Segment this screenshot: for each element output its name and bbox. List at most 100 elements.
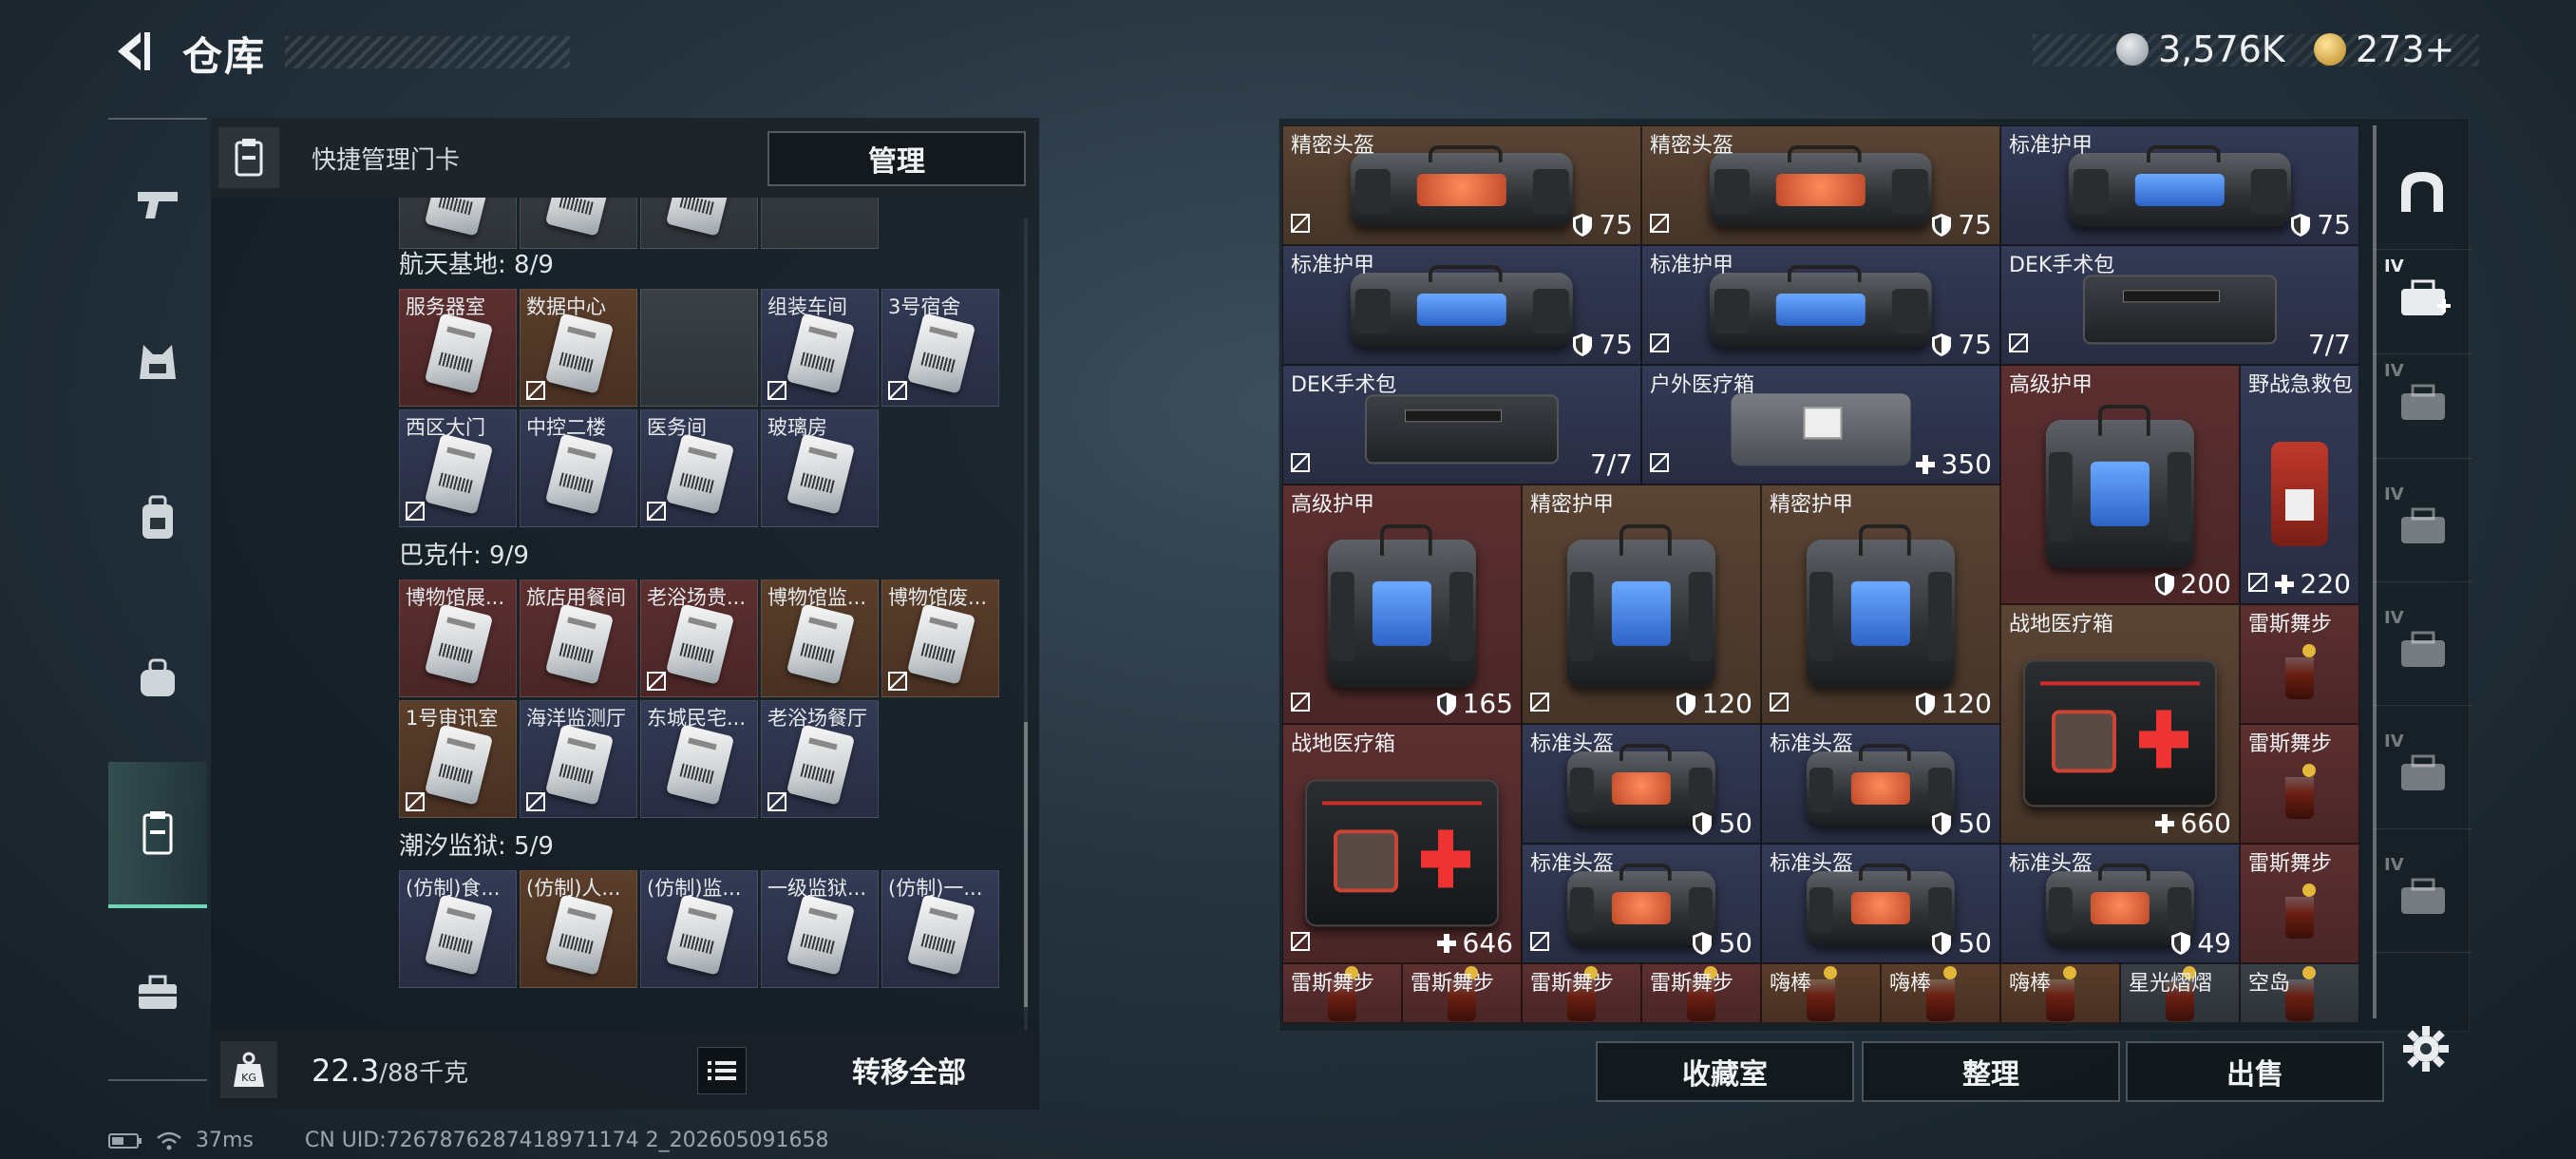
stash-item[interactable]: 雷斯舞步 — [1402, 963, 1522, 1023]
keycard-slot[interactable]: 服务器室 — [399, 289, 517, 407]
stash-item[interactable]: 高级护甲 200 — [2000, 365, 2240, 604]
keycard-slot[interactable]: 博物馆展... — [399, 580, 517, 697]
cocktail-icon — [2285, 883, 2316, 939]
stash-item[interactable]: 雷斯舞步 — [1522, 963, 1641, 1023]
stash-item[interactable]: 精密头盔 75 — [1641, 125, 2000, 245]
keycard-slot-empty[interactable] — [640, 289, 758, 407]
stash-item[interactable]: 精密护甲 120 — [1761, 484, 2000, 724]
stash-item[interactable]: 空岛 — [2240, 963, 2359, 1023]
stash-item[interactable]: 标准头盔 49 — [2000, 844, 2240, 963]
nav-keycard-case[interactable] — [108, 762, 207, 908]
sell-button[interactable]: 出售 — [2126, 1041, 2384, 1102]
settings-button[interactable] — [2401, 1024, 2451, 1074]
list-view-button[interactable] — [697, 1047, 747, 1094]
stash-item[interactable]: 嗨棒 — [1761, 963, 1881, 1023]
keycard-slot[interactable]: 老浴场贵... — [640, 580, 758, 697]
stash-item[interactable]: 雷斯舞步 — [1641, 963, 1761, 1023]
currency-gold[interactable]: 273+ — [2314, 28, 2454, 70]
case-level-label: IV — [2384, 732, 2404, 751]
right-nav-item[interactable] — [2373, 135, 2472, 250]
collection-room-button[interactable]: 收藏室 — [1596, 1041, 1854, 1102]
stash-item[interactable]: 标准头盔 50 — [1761, 724, 2000, 844]
right-nav-item[interactable]: IV — [2373, 467, 2472, 582]
nav-bag[interactable] — [108, 621, 207, 735]
nav-vest[interactable] — [108, 306, 207, 420]
stash-item[interactable]: 标准头盔 50 — [1761, 844, 2000, 963]
keycard-slot[interactable]: 玻璃房 — [761, 409, 879, 527]
stash-item[interactable]: 精密护甲 120 — [1522, 484, 1761, 724]
keycard-slot[interactable]: (仿制)人... — [520, 870, 637, 988]
stash-item[interactable]: 雷斯舞步 — [2240, 604, 2359, 724]
stash-item[interactable]: 标准护甲 75 — [1282, 245, 1641, 365]
stash-item[interactable]: 战地医疗箱 660 — [2000, 604, 2240, 844]
stash-item[interactable]: 星光熠熠 — [2120, 963, 2240, 1023]
manage-button[interactable]: 管理 — [767, 131, 1026, 186]
stash-item[interactable]: 标准头盔 50 — [1522, 724, 1761, 844]
stash-item[interactable]: 雷斯舞步 — [2240, 844, 2359, 963]
right-nav-item[interactable]: IV — [2373, 714, 2472, 829]
stash-item[interactable]: DEK手术包 7/7 — [2000, 245, 2359, 365]
item-value: 660 — [2154, 808, 2231, 839]
keycard-slot[interactable]: (仿制)监... — [640, 870, 758, 988]
right-nav-item[interactable]: IV — [2373, 591, 2472, 706]
keycard-slot[interactable]: 组装车间 — [761, 289, 879, 407]
currency-silver[interactable]: 3,576K — [2116, 28, 2285, 70]
no-sell-icon — [1289, 451, 1314, 476]
keycard-slot[interactable] — [520, 198, 637, 249]
right-nav-item[interactable]: IV — [2373, 838, 2472, 953]
keycard-slot[interactable]: 西区大门 — [399, 409, 517, 527]
keycard-slot[interactable]: (仿制)食... — [399, 870, 517, 988]
stash-item[interactable]: 标准护甲 75 — [1641, 245, 2000, 365]
keycard-slot[interactable] — [640, 198, 758, 249]
keycard-slot[interactable]: 1号审讯室 — [399, 700, 517, 818]
page-title: 仓库 — [182, 33, 267, 80]
keycard-slot[interactable]: 海洋监测厅 — [520, 700, 637, 818]
no-sell-icon — [645, 500, 668, 522]
stash-item[interactable]: 雷斯舞步 — [1282, 963, 1402, 1023]
keycard-slot[interactable]: 博物馆废... — [881, 580, 999, 697]
keycard-slot[interactable]: 一级监狱... — [761, 870, 879, 988]
keycard-slot[interactable]: 东城民宅... — [640, 700, 758, 818]
stash-item[interactable]: 野战急救包 220 — [2240, 365, 2359, 604]
keycard-slot[interactable]: 博物馆监... — [761, 580, 879, 697]
nav-backpack[interactable] — [108, 462, 207, 576]
keycard-slot[interactable]: 中控二楼 — [520, 409, 637, 527]
plus-icon — [1436, 933, 1456, 953]
back-button[interactable] — [106, 27, 156, 76]
keycard-slot[interactable]: 数据中心 — [520, 289, 637, 407]
stash-item[interactable]: 户外医疗箱 350 — [1641, 365, 2000, 484]
stash-item[interactable]: 战地医疗箱 646 — [1282, 724, 1522, 963]
stash-item[interactable]: 雷斯舞步 — [2240, 724, 2359, 844]
nav-toolbox[interactable] — [108, 937, 207, 1051]
transfer-all-button[interactable]: 转移全部 — [781, 1043, 1037, 1096]
stash-item[interactable]: 嗨棒 — [1881, 963, 2000, 1023]
shield-icon — [1436, 692, 1456, 715]
no-sell-icon — [1768, 691, 1792, 715]
keycard-slot[interactable]: 老浴场餐厅 — [761, 700, 879, 818]
shield-icon — [1573, 332, 1593, 356]
keycard-slot[interactable]: 医务间 — [640, 409, 758, 527]
keycard-slot[interactable]: (仿制)一... — [881, 870, 999, 988]
plus-icon — [1915, 454, 1935, 474]
keycard-list[interactable]: 航天基地: 8/9 服务器室 数据中心 组装车间 3号宿舍 西区大门 中控二楼 医务间 玻璃房巴… — [211, 198, 1024, 1030]
stash-item[interactable]: 标准头盔 50 — [1522, 844, 1761, 963]
armor-bag-icon — [1566, 524, 1716, 689]
keycard-slot[interactable]: 旅店用餐间 — [520, 580, 637, 697]
stash-item[interactable]: 嗨棒 — [2000, 963, 2120, 1023]
stash-item[interactable]: DEK手术包 7/7 — [1282, 365, 1641, 484]
item-value: 50 — [1692, 808, 1752, 839]
keycard-slot[interactable]: 3号宿舍 — [881, 289, 999, 407]
organize-button[interactable]: 整理 — [1862, 1041, 2120, 1102]
stash-grid[interactable]: 精密头盔 75 精密头盔 75 标准护甲 75 标准护甲 75 标准护甲 75 DEK手术包 7/7 D… — [1282, 125, 2367, 1028]
right-nav-item[interactable]: IV — [2373, 344, 2472, 459]
keycard-scrollbar-thumb[interactable] — [1024, 722, 1028, 1007]
stash-item[interactable]: 高级护甲 165 — [1282, 484, 1522, 724]
keycard-icon — [906, 894, 976, 976]
nav-weapons[interactable] — [108, 148, 207, 262]
stash-item[interactable]: 标准护甲 75 — [2000, 125, 2359, 245]
keycard-slot[interactable] — [399, 198, 517, 249]
right-nav-item[interactable]: IV — [2373, 239, 2472, 354]
keycard-slot-empty[interactable] — [761, 198, 879, 249]
stash-item[interactable]: 精密头盔 75 — [1282, 125, 1641, 245]
keycard-name: 博物馆监... — [767, 586, 867, 609]
